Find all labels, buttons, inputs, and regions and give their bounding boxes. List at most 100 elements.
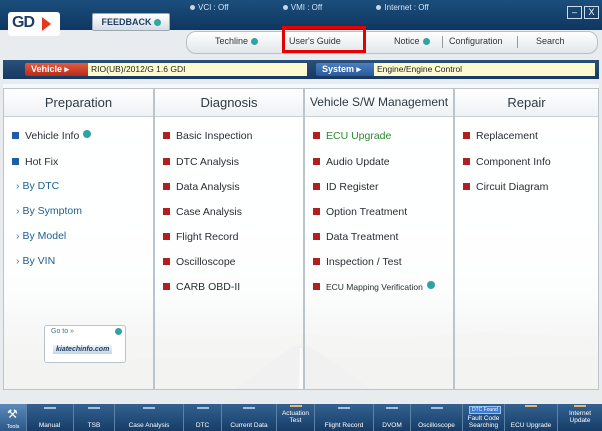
close-button[interactable]: X (584, 6, 599, 19)
toolbar-tsb[interactable]: TSB (74, 404, 115, 431)
chevron-right-icon: › (16, 205, 20, 217)
square-bullet-icon (12, 158, 19, 165)
menu-component-info[interactable]: Component Info (463, 156, 551, 168)
status-dot-icon (190, 5, 195, 11)
menu-flight-record[interactable]: Flight Record (163, 231, 238, 243)
bottom-toolbar: ⚒ Tools Manual TSB Case Analysis DTC Cur… (0, 404, 602, 431)
menu-techline[interactable]: Techline (215, 36, 259, 46)
tools-button[interactable]: ⚒ Tools (0, 404, 27, 431)
menu-dtc-analysis[interactable]: DTC Analysis (163, 156, 239, 168)
info-icon (83, 130, 92, 138)
repair-title: Repair (455, 89, 598, 117)
menu-oscilloscope[interactable]: Oscilloscope (163, 256, 236, 268)
menu-data-analysis[interactable]: Data Analysis (163, 181, 240, 193)
arrow-icon (153, 19, 161, 26)
toolbar-oscilloscope[interactable]: Oscilloscope (411, 404, 463, 431)
status-dot-icon (376, 5, 382, 11)
tab-indicator-icon (243, 407, 255, 409)
menu-notice[interactable]: Notice (394, 36, 430, 46)
tab-indicator-icon (338, 407, 350, 409)
submenu-by-model[interactable]: › By Model (16, 230, 66, 242)
menu-carb-obd-ii[interactable]: CARB OBD-II (163, 281, 240, 293)
vehicle-system-bar: Vehicle ▸ RIO(UB)/2012/G 1.6 GDI System … (3, 60, 599, 79)
menu-data-analysis-label: Data Analysis (176, 181, 240, 193)
goto-label: Go to » (51, 328, 74, 335)
tab-indicator-icon (386, 407, 398, 409)
tab-indicator-icon (525, 405, 537, 407)
menu-circuit-diagram[interactable]: Circuit Diagram (463, 181, 548, 193)
toolbar-ecu-upgrade-label: ECU Upgrade (510, 422, 552, 429)
menu-ecu-upgrade[interactable]: ECU Upgrade (313, 130, 391, 142)
vci-status: VCI : Off (190, 3, 255, 12)
info-icon (422, 38, 430, 45)
system-label: System (322, 64, 355, 74)
toolbar-fault-code-searching-label: Fault Code Searching (467, 415, 500, 429)
vmi-status: VMI : Off (282, 3, 348, 12)
toolbar-ecu-upgrade[interactable]: ECU Upgrade (505, 404, 558, 431)
tools-label: Tools (6, 424, 20, 430)
menu-data-treatment[interactable]: Data Treatment (313, 231, 398, 243)
minimize-button[interactable]: – (567, 6, 582, 19)
menu-case-analysis[interactable]: Case Analysis (163, 206, 242, 218)
toolbar-manual[interactable]: Manual (26, 404, 74, 431)
toolbar-case-analysis-label: Case Analysis (128, 422, 170, 429)
connection-status: VCI : Off VMI : Off Internet : Off (190, 3, 481, 12)
menu-carb-obd-ii-label: CARB OBD-II (176, 281, 241, 293)
square-bullet-icon (313, 208, 320, 215)
kiatechinfo-link[interactable]: Go to » kiatechinfo.com (44, 325, 126, 363)
square-bullet-icon (163, 258, 170, 265)
toolbar-actuation-test-label: Actuation Test (281, 410, 310, 424)
menu-vehicle-info[interactable]: Vehicle Info (12, 130, 92, 142)
logo-mark-icon (42, 17, 51, 31)
toolbar-flight-record[interactable]: Flight Record (315, 404, 374, 431)
menu-basic-inspection[interactable]: Basic Inspection (163, 130, 252, 142)
chevron-right-icon: › (16, 230, 20, 242)
toolbar-dtc[interactable]: DTC (184, 404, 222, 431)
menu-option-treatment[interactable]: Option Treatment (313, 206, 407, 218)
menu-inspection-test[interactable]: Inspection / Test (313, 256, 402, 268)
menu-dtc-analysis-label: DTC Analysis (176, 156, 240, 168)
menu-id-register-label: ID Register (326, 181, 379, 193)
toolbar-dvom[interactable]: DVOM (374, 404, 411, 431)
menu-search[interactable]: Search (536, 36, 565, 46)
vehicle-button[interactable]: Vehicle ▸ (25, 63, 89, 76)
toolbar-case-analysis[interactable]: Case Analysis (115, 404, 184, 431)
menu-audio-update[interactable]: Audio Update (313, 156, 390, 168)
toolbar-fault-code-searching[interactable]: DTC Found Fault Code Searching (463, 404, 505, 431)
square-bullet-icon (313, 183, 320, 190)
submenu-by-vin[interactable]: › By VIN (16, 255, 55, 267)
menu-hot-fix[interactable]: Hot Fix (12, 156, 58, 168)
submenu-by-dtc[interactable]: › By DTC (16, 180, 59, 192)
gds-logo: GD (8, 12, 60, 36)
menu-vehicle-info-label: Vehicle Info (25, 130, 80, 142)
menu-techline-label: Techline (215, 36, 249, 46)
submenu-by-symptom[interactable]: › By Symptom (16, 205, 82, 217)
toolbar-current-data[interactable]: Current Data (222, 404, 277, 431)
toolbar-tsb-label: TSB (87, 422, 101, 429)
toolbar-actuation-test[interactable]: Actuation Test (277, 404, 315, 431)
menu-option-treatment-label: Option Treatment (326, 206, 408, 218)
square-bullet-icon (163, 158, 170, 165)
vehicle-sw-column: Vehicle S/W Management ECU Upgrade Audio… (304, 88, 454, 390)
square-bullet-icon (313, 132, 320, 139)
submenu-by-dtc-label: By DTC (22, 180, 60, 192)
status-dot-icon (282, 5, 288, 11)
menu-configuration[interactable]: Configuration (449, 36, 503, 46)
chevron-right-icon: ▸ (356, 64, 362, 74)
menu-id-register[interactable]: ID Register (313, 181, 379, 193)
feedback-label: FEEDBACK (101, 17, 152, 27)
tab-indicator-icon (430, 407, 443, 409)
diagnosis-title: Diagnosis (155, 89, 303, 117)
submenu-by-model-label: By Model (22, 230, 67, 242)
feedback-button[interactable]: FEEDBACK (92, 13, 170, 31)
highlight-box (282, 26, 366, 53)
system-button[interactable]: System ▸ (316, 63, 377, 76)
tab-indicator-icon (289, 405, 302, 407)
menu-ecu-mapping-verification-label: ECU Mapping Verification (326, 282, 423, 292)
menu-ecu-mapping-verification[interactable]: ECU Mapping Verification (313, 281, 435, 292)
toolbar-internet-update[interactable]: Internet Update (558, 404, 602, 431)
menu-circuit-diagram-label: Circuit Diagram (476, 181, 549, 193)
toolbar-flight-record-label: Flight Record (324, 422, 364, 429)
square-bullet-icon (313, 158, 320, 165)
menu-replacement[interactable]: Replacement (463, 130, 538, 142)
